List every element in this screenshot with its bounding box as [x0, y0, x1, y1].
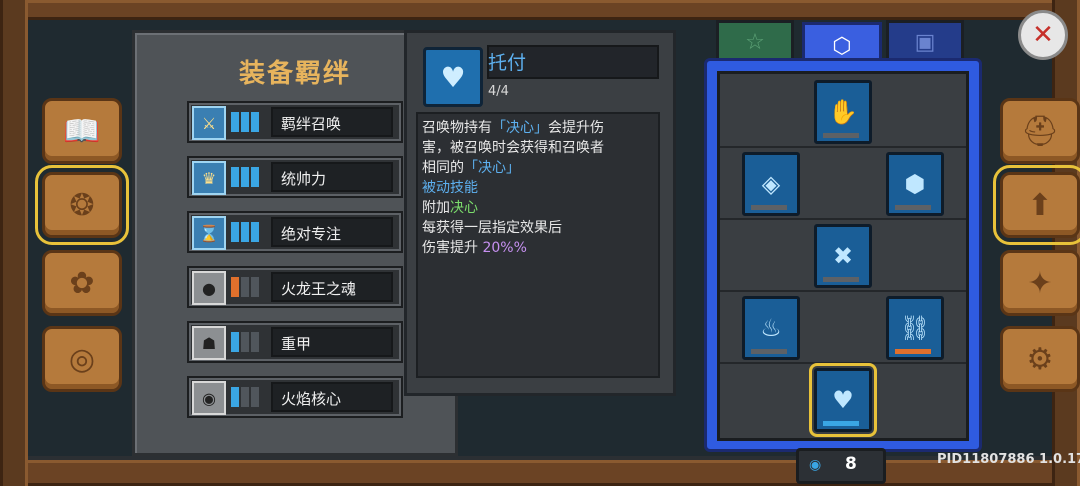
bond-level-bars [231, 112, 261, 132]
steering-button[interactable]: ◎ [42, 326, 122, 392]
close-button[interactable]: ✕ [1018, 10, 1068, 60]
desc-text: 会提升伤 [548, 120, 604, 136]
blue-flame-icon: ♨ [760, 314, 782, 342]
bond-button[interactable]: ❂ [35, 165, 129, 245]
bond-level-bars [231, 387, 261, 407]
wood-frame-right [1052, 0, 1080, 486]
bond-name: 羁绊召唤 [281, 115, 342, 133]
desc-keyword: 决心 [450, 200, 478, 216]
skill-node[interactable]: ⬢ [886, 152, 944, 216]
fire-core-icon: ◉ [192, 381, 226, 415]
heart-hands-icon: ♥ [832, 386, 854, 414]
hexagon-icon: ⬡ [832, 33, 852, 59]
hexagon-cluster-icon: ⬢ [904, 170, 926, 198]
desc-value: 20%% [482, 240, 527, 256]
bond-row[interactable]: ◉ 火焰核心 [187, 376, 403, 418]
desc-keyword: 「决心」 [464, 160, 520, 176]
desc-text: 每获得一层指定效果后 [422, 220, 562, 236]
chain-icon: ⛓ [899, 314, 931, 342]
compass-button[interactable]: ✦ [1000, 250, 1080, 316]
wood-frame-bottom [0, 460, 1080, 486]
skill-node[interactable]: ◈ [742, 152, 800, 216]
bond-name: 重甲 [281, 335, 312, 353]
skill-tree-button[interactable]: ⬆ [993, 165, 1080, 245]
helmet-icon: ⛑ [1020, 113, 1060, 149]
trophy-icon: ♛ [192, 161, 226, 195]
skill-node[interactable]: ♨ [742, 296, 800, 360]
paw-icon: ✿ [69, 265, 95, 301]
bond-row[interactable]: ⚔ 羁绊召唤 [187, 101, 403, 143]
desc-text: 伤害提升 [422, 240, 483, 256]
skill-tree-panel: ✋ ◈ ⬢ ✖ ♨ ⛓ ♥ [704, 58, 982, 452]
settings-button[interactable]: ⚙ [1000, 326, 1080, 392]
bond-row[interactable]: ● 火龙王之魂 [187, 266, 403, 308]
desc-text: 附加 [422, 200, 450, 216]
bond-name: 绝对专注 [281, 225, 342, 243]
skill-node[interactable]: ⛓ [886, 296, 944, 360]
helmet-button[interactable]: ⛑ [1000, 98, 1080, 164]
bond-level-bars [231, 222, 261, 242]
skill-node-selected[interactable]: ♥ [809, 363, 877, 437]
blue-gem-icon: ◉ [809, 457, 822, 473]
bond-name: 统帅力 [281, 170, 327, 188]
sword-emblem-icon: ⚔ [192, 106, 226, 140]
upgrade-arrow-icon: ⬆ [1027, 187, 1053, 223]
version-label: PID11807886 1.0.17 [937, 452, 1080, 467]
wheel-icon: ◎ [68, 341, 96, 377]
currency-value: 8 [845, 454, 857, 474]
bomb-icon: ● [192, 271, 226, 305]
bond-row[interactable]: ⌛ 绝对专注 [187, 211, 403, 253]
book-icon: 📖 [63, 113, 101, 149]
crossed-wings-icon: ✖ [832, 242, 854, 270]
heart-hands-icon: ♥ [423, 47, 483, 107]
hourglass-icon: ⌛ [192, 216, 226, 250]
compass-icon: ✦ [1027, 265, 1053, 301]
book-button[interactable]: 📖 [42, 98, 122, 164]
close-icon: ✕ [1032, 20, 1054, 50]
bond-name: 火焰核心 [281, 390, 342, 408]
pets-button[interactable]: ✿ [42, 250, 122, 316]
wood-frame-top [0, 0, 1080, 20]
desc-text: 相同的 [422, 160, 464, 176]
desc-text: 害，被召唤时会获得和召唤者 [422, 140, 604, 156]
skill-description: 召唤物持有「决心」会提升伤 害，被召唤时会获得和召唤者 相同的「决心」 被动技能… [416, 112, 660, 378]
bond-row[interactable]: ♛ 统帅力 [187, 156, 403, 198]
frame-icon: ▣ [914, 29, 936, 55]
bond-level-bars [231, 167, 261, 187]
currency-counter: ◉ 8 [796, 448, 886, 484]
frame-tab[interactable]: ▣ [886, 20, 964, 61]
skill-node[interactable]: ✋ [814, 80, 872, 144]
star-tab[interactable]: ☆ [716, 20, 794, 61]
eye-crystal-icon: ◈ [761, 170, 781, 198]
summon-hand-icon: ✋ [828, 98, 858, 126]
bond-level-bars [231, 277, 261, 297]
bond-row[interactable]: ☗ 重甲 [187, 321, 403, 363]
bond-level-bars [231, 332, 261, 352]
skill-level: 4/4 [488, 84, 509, 99]
star-icon: ☆ [745, 29, 765, 55]
skill-tree-grid: ✋ ◈ ⬢ ✖ ♨ ⛓ ♥ [717, 71, 969, 441]
wood-frame-left [0, 0, 28, 486]
armor-icon: ☗ [192, 326, 226, 360]
gear-icon: ⚙ [1026, 341, 1054, 377]
desc-text: 召唤物持有 [422, 120, 492, 136]
desc-keyword: 「决心」 [492, 120, 548, 136]
skill-node[interactable]: ✖ [814, 224, 872, 288]
passive-label: 被动技能 [422, 180, 478, 196]
bond-name: 火龙王之魂 [281, 280, 357, 298]
skill-name: 托付 [488, 52, 527, 74]
scroll-swirl-icon: ❂ [69, 187, 95, 223]
